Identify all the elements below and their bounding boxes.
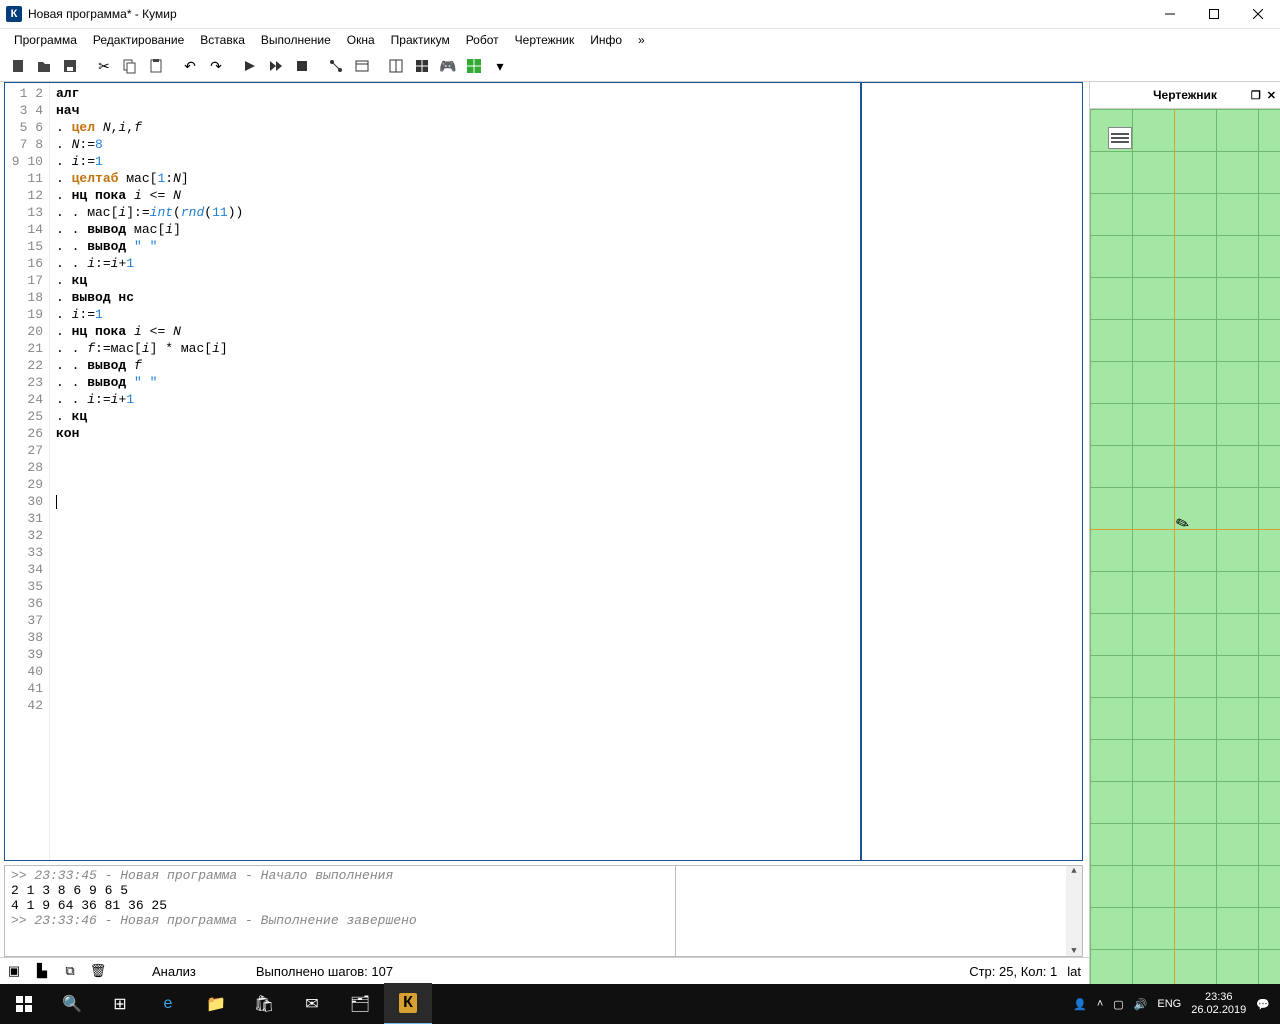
maximize-button[interactable] [1192,0,1236,28]
open-file-icon[interactable] [32,54,56,78]
code-area[interactable]: алг нач . цел N,i,f . N:=8 . i:=1 . целт… [50,83,862,860]
taskview-icon[interactable]: ⊞ [96,984,144,1024]
draftsman-title: Чертежник [1153,88,1217,102]
search-icon[interactable]: 🔍 [48,984,96,1024]
tray-people-icon[interactable]: 👤 [1073,998,1087,1011]
menu-чертежник[interactable]: Чертежник [507,31,583,49]
pen-icon: ✎ [1173,512,1192,535]
menu-робот[interactable]: Робот [458,31,507,49]
grid1-icon[interactable] [384,54,408,78]
toolbar: ✂ ↶ ↷ 🎮 ▾ [0,51,1280,82]
run-icon[interactable] [238,54,262,78]
notifications-icon[interactable]: 💬 [1256,998,1270,1011]
tray-up-icon[interactable]: ˄ [1097,998,1103,1010]
status-terminal-icon[interactable]: ▣ [0,958,28,984]
code-editor[interactable]: 1 2 3 4 5 6 7 8 9 10 11 12 13 14 15 16 1… [4,82,1083,861]
panel-dock-icon[interactable]: ❐ [1251,89,1261,102]
step-icon[interactable] [264,54,288,78]
status-lang: lat [1067,964,1081,979]
taskbar: 🔍 ⊞ e 📁 🛍 ✉ 🗂 К 👤 ˄ ▢ 🔊 ENG 23:36 26.02.… [0,984,1280,1024]
minimize-button[interactable] [1148,0,1192,28]
mail-icon[interactable]: ✉ [288,984,336,1024]
window-title: Новая программа* - Кумир [28,7,1148,21]
status-trash-icon[interactable]: 🗑 [84,958,112,984]
line-gutter: 1 2 3 4 5 6 7 8 9 10 11 12 13 14 15 16 1… [5,83,50,860]
draftsman-panel: Чертежник ❐ ✕ ✎ [1089,82,1280,984]
output-console: >> 23:33:45 - Новая программа - Начало в… [4,865,1083,957]
game-icon[interactable]: 🎮 [436,54,460,78]
console-scrollbar[interactable]: ▲▼ [1066,866,1082,956]
store-icon[interactable]: 🛍 [240,984,288,1024]
undo-icon[interactable]: ↶ [178,54,202,78]
axis-y [1174,109,1175,984]
menu-инфо[interactable]: Инфо [582,31,630,49]
app-icon[interactable]: 🗂 [336,984,384,1024]
menu-выполнение[interactable]: Выполнение [253,31,339,49]
status-steps: Выполнено шагов: 107 [256,964,393,979]
copy-icon[interactable] [118,54,142,78]
console-log-line: >> 23:33:45 - Новая программа - Начало в… [11,868,669,883]
taskbar-clock[interactable]: 23:36 26.02.2019 [1191,991,1246,1017]
menu-вставка[interactable]: Вставка [192,31,253,49]
menubar: ПрограммаРедактированиеВставкаВыполнение… [0,29,1280,51]
cut-icon[interactable]: ✂ [92,54,116,78]
edge-icon[interactable]: e [144,984,192,1024]
save-icon[interactable] [58,54,82,78]
new-file-icon[interactable] [6,54,30,78]
tray-volume-icon[interactable]: 🔊 [1134,998,1148,1011]
status-copy-icon[interactable]: ⧉ [56,958,84,984]
titlebar: К Новая программа* - Кумир [0,0,1280,29]
window-icon[interactable] [350,54,374,78]
draftsman-canvas[interactable]: ✎ [1090,109,1280,984]
kumir-task-icon[interactable]: К [384,983,432,1024]
paste-icon[interactable] [144,54,168,78]
console-right-pane [676,866,1066,956]
menu-редактирование[interactable]: Редактирование [85,31,192,49]
grid2-icon[interactable] [410,54,434,78]
tray-battery-icon[interactable]: ▢ [1113,998,1123,1011]
status-analysis: Анализ [152,964,196,979]
canvas-menu-icon[interactable] [1108,127,1132,149]
status-step-icon[interactable]: ▙ [28,958,56,984]
redo-icon[interactable]: ↷ [204,54,228,78]
editor-margin [862,83,1082,860]
explorer-icon[interactable]: 📁 [192,984,240,1024]
dropdown-icon[interactable]: ▾ [488,54,512,78]
tray-lang[interactable]: ENG [1157,998,1181,1010]
close-button[interactable] [1236,0,1280,28]
menu-практикум[interactable]: Практикум [383,31,458,49]
menu-окна[interactable]: Окна [339,31,383,49]
console-log-line: >> 23:33:46 - Новая программа - Выполнен… [11,913,669,928]
console-out-line: 2 1 3 8 6 9 6 5 [11,883,669,898]
app-icon: К [6,6,22,22]
console-out-line: 4 1 9 64 36 81 36 25 [11,898,669,913]
layout-icon[interactable] [324,54,348,78]
status-cursor-pos: Стр: 25, Кол: 1 [969,964,1057,979]
start-button[interactable] [0,984,48,1024]
console-output[interactable]: >> 23:33:45 - Новая программа - Начало в… [5,866,676,956]
grid-green-icon[interactable] [462,54,486,78]
statusbar: ▣ ▙ ⧉ 🗑 Анализ Выполнено шагов: 107 Стр:… [0,957,1089,984]
stop-icon[interactable] [290,54,314,78]
menu-»[interactable]: » [630,31,653,49]
menu-программа[interactable]: Программа [6,31,85,49]
panel-close-icon[interactable]: ✕ [1267,89,1276,102]
